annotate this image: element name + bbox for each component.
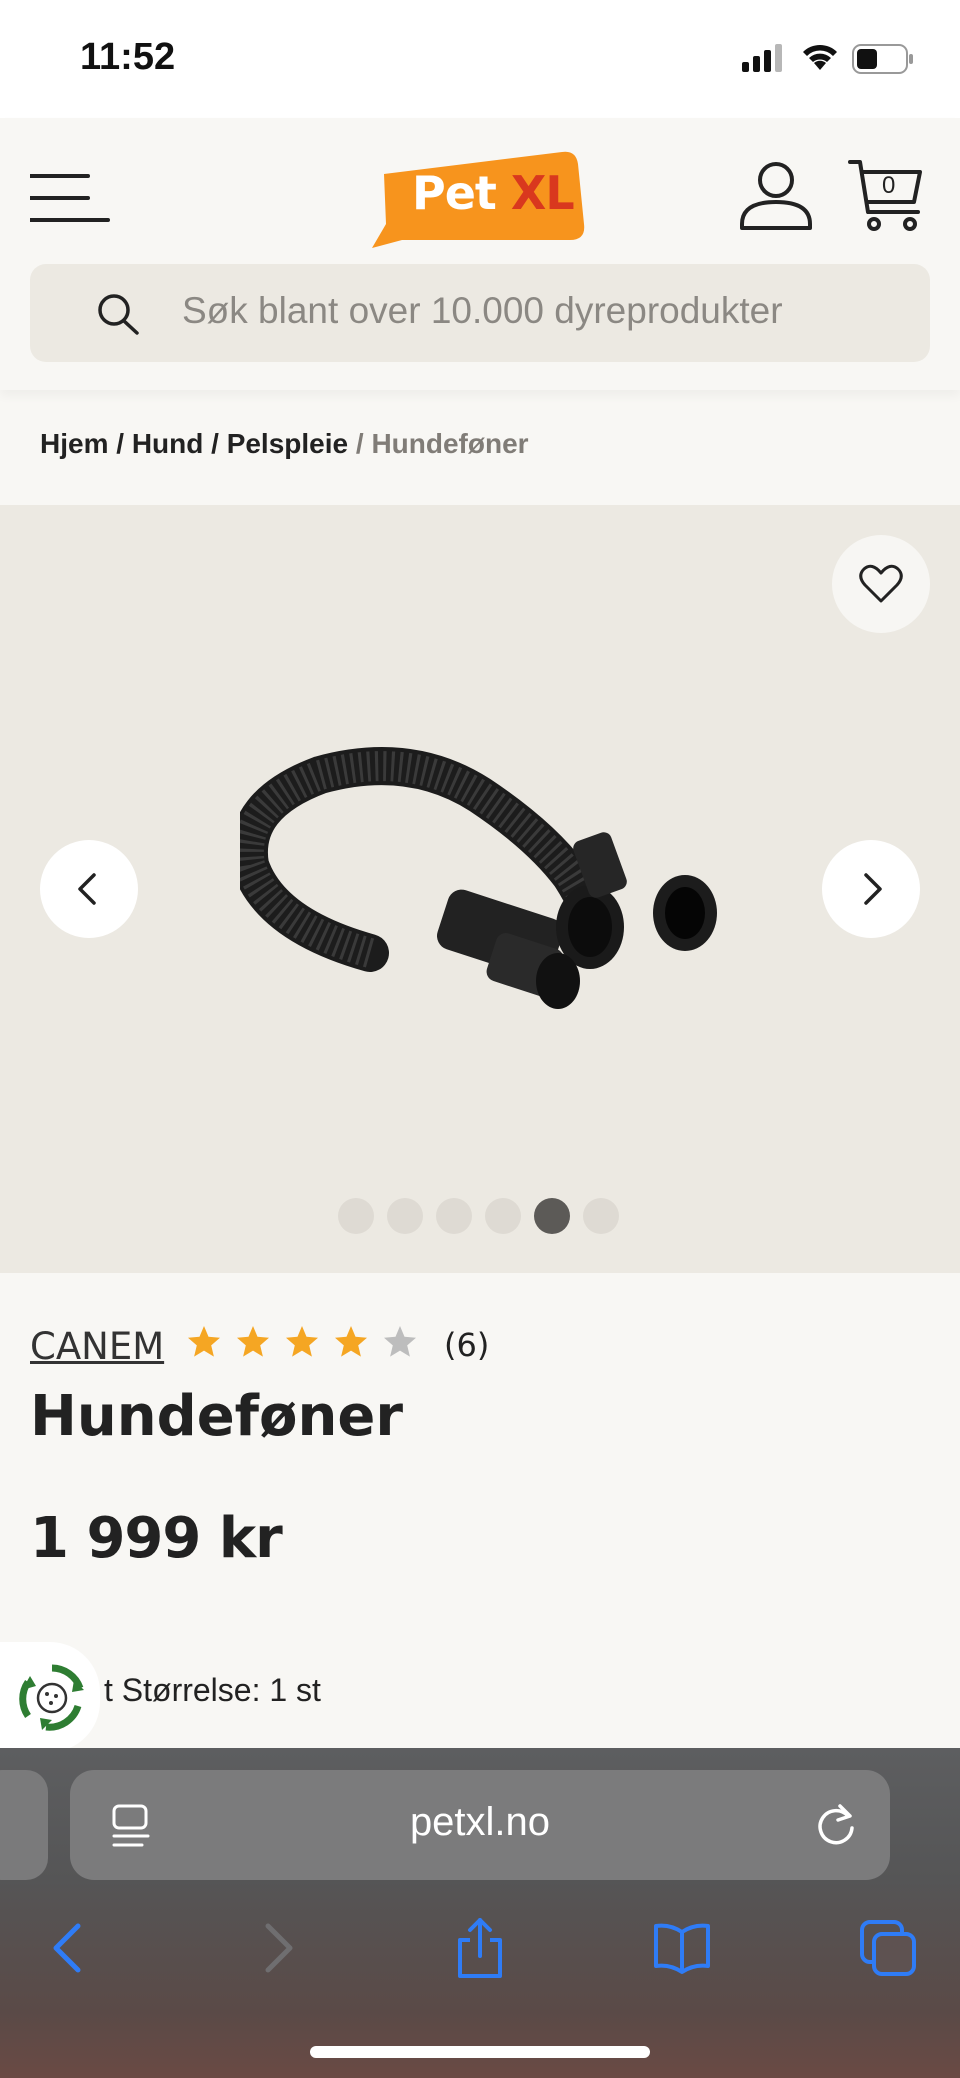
search-icon xyxy=(96,292,140,341)
gallery-prev-button[interactable] xyxy=(40,840,138,938)
gallery-next-button[interactable] xyxy=(822,840,920,938)
petxl-logo[interactable]: Pet XL xyxy=(372,144,588,248)
star-filled-icon xyxy=(188,1326,220,1357)
previous-tab-preview[interactable] xyxy=(0,1770,48,1880)
variant-size-label: t Størrelse: 1 st xyxy=(104,1672,321,1708)
breadcrumb: Hjem / Hund / Pelspleie / Hundeføner xyxy=(40,428,529,460)
gallery-dot[interactable] xyxy=(338,1198,374,1234)
product-image-gallery[interactable] xyxy=(0,505,960,1273)
product-image-hose xyxy=(229,745,720,1050)
product-title: Hundeføner xyxy=(30,1384,403,1449)
status-bar: 11:52 xyxy=(0,0,960,118)
breadcrumb-item-pelspleie[interactable]: Pelspleie xyxy=(227,428,348,459)
heart-icon xyxy=(859,564,903,603)
browser-back-button[interactable] xyxy=(30,1908,110,1988)
browser-forward-button[interactable] xyxy=(236,1908,316,1988)
breadcrumb-separator: / xyxy=(355,428,364,459)
gallery-dot[interactable] xyxy=(485,1198,521,1234)
hamburger-menu-icon[interactable] xyxy=(28,168,110,228)
breadcrumb-item-hund[interactable]: Hund xyxy=(132,428,204,459)
recycle-leaf-icon xyxy=(19,1664,84,1731)
search-input[interactable]: Søk blant over 10.000 dyreprodukter xyxy=(30,264,930,362)
search-placeholder: Søk blant over 10.000 dyreprodukter xyxy=(182,290,783,331)
review-count[interactable]: (6) xyxy=(444,1326,489,1364)
book-icon xyxy=(654,1923,710,1974)
browser-share-button[interactable] xyxy=(440,1908,520,1988)
gallery-dot-active[interactable] xyxy=(534,1198,570,1234)
wifi-icon xyxy=(800,42,840,77)
cellular-signal-icon xyxy=(742,44,786,77)
shopping-cart-icon[interactable]: 0 xyxy=(848,156,928,236)
favorite-button[interactable] xyxy=(832,535,930,633)
browser-bookmarks-button[interactable] xyxy=(642,1908,722,1988)
star-filled-icon xyxy=(286,1326,318,1357)
safari-toolbar: petxl.no xyxy=(0,1748,960,2078)
chevron-right-icon xyxy=(265,1923,293,1973)
star-empty-icon xyxy=(384,1326,416,1357)
gallery-dot[interactable] xyxy=(583,1198,619,1234)
user-account-icon[interactable] xyxy=(738,158,818,238)
star-filled-icon xyxy=(335,1326,367,1357)
tabs-icon xyxy=(860,1920,916,1976)
site-header: Pet XL 0 Søk blant over 10.000 dyreprodu… xyxy=(0,118,960,390)
browser-tabs-button[interactable] xyxy=(848,1908,928,1988)
address-bar[interactable]: petxl.no xyxy=(70,1770,890,1880)
status-time: 11:52 xyxy=(80,36,176,78)
breadcrumb-current: Hundeføner xyxy=(371,428,529,459)
star-filled-icon xyxy=(237,1326,269,1357)
gallery-dot[interactable] xyxy=(436,1198,472,1234)
breadcrumb-item-hjem[interactable]: Hjem xyxy=(40,428,108,459)
chevron-left-icon xyxy=(78,873,96,905)
eco-badge-button[interactable] xyxy=(0,1642,100,1752)
reload-icon[interactable] xyxy=(814,1802,858,1853)
breadcrumb-separator: / xyxy=(211,428,219,459)
chevron-right-icon xyxy=(864,873,882,905)
gallery-dot[interactable] xyxy=(387,1198,423,1234)
chevron-left-icon xyxy=(53,1923,81,1973)
battery-icon xyxy=(852,44,914,79)
home-indicator[interactable] xyxy=(310,2046,650,2058)
brand-link[interactable]: CANEM xyxy=(30,1325,164,1368)
share-icon xyxy=(458,1918,502,1978)
logo-text: Pet XL xyxy=(412,166,575,220)
cart-count-badge: 0 xyxy=(882,172,896,199)
breadcrumb-separator: / xyxy=(116,428,125,459)
url-text: petxl.no xyxy=(409,1800,551,1844)
product-price: 1 999 kr xyxy=(30,1506,283,1571)
